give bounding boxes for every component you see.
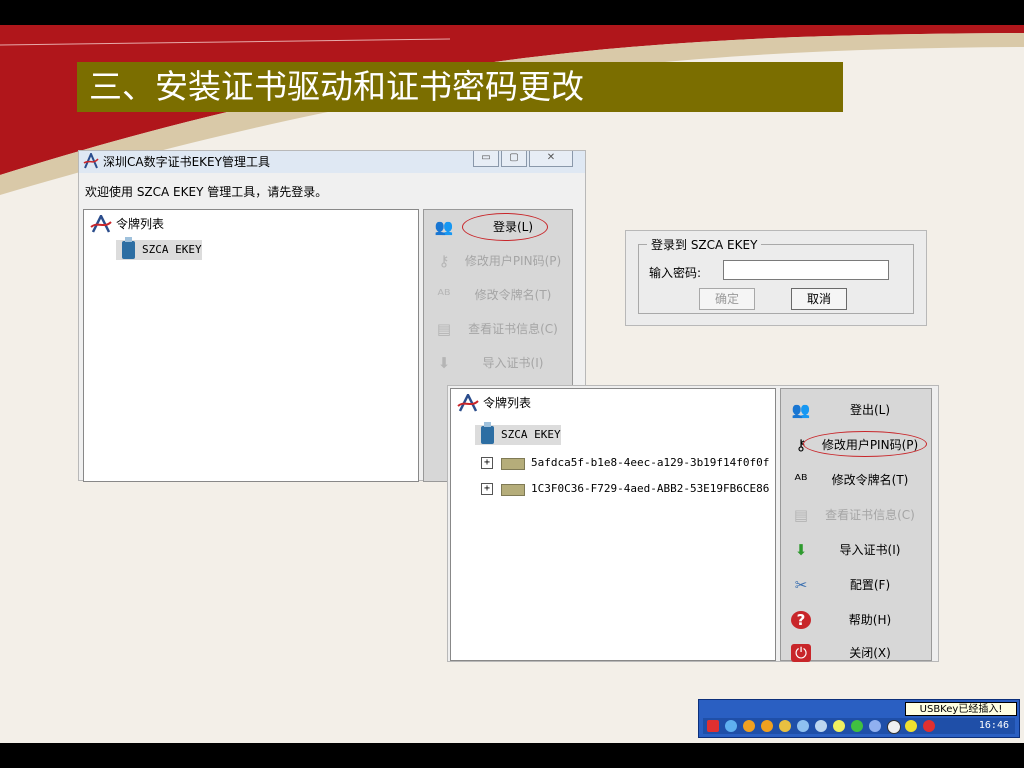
token-tree[interactable]: 令牌列表 SZCA EKEY + 5afdca5f-b1e8-4eec-a129… [450, 388, 776, 661]
usb-key-icon [122, 237, 135, 259]
rename-token-button[interactable]: ᴬᴮ 修改令牌名(T) [787, 467, 925, 493]
change-pin-button[interactable]: ⚷ 修改用户PIN码(P) [430, 248, 568, 274]
tray-qq-icon[interactable] [761, 720, 773, 732]
token-list-icon [90, 215, 112, 233]
slide: 三、安装证书驱动和证书密码更改 深圳CA数字证书EKEY管理工具 ▭ ▢ ✕ 欢… [0, 25, 1024, 743]
import-icon: ⬇ [437, 354, 451, 372]
confirm-button[interactable]: 确定 [699, 288, 755, 310]
password-input[interactable] [723, 260, 889, 280]
login-group: 登录到 SZCA EKEY 输入密码: 确定 取消 [638, 236, 914, 314]
token-label: SZCA EKEY [142, 243, 202, 256]
logout-button[interactable]: 👥 登出(L) [787, 397, 925, 423]
help-icon: ? [791, 611, 811, 629]
tray-antivirus-icon[interactable] [923, 720, 935, 732]
certificate-icon [501, 458, 525, 470]
token-tree[interactable]: 令牌列表 SZCA EKEY [83, 209, 419, 482]
clock: 16:46 [978, 720, 1009, 731]
minimize-button[interactable]: ▭ [473, 151, 499, 167]
tray-network-icon[interactable] [725, 720, 737, 732]
tray-usbkey-icon[interactable] [887, 720, 901, 734]
certificate-item[interactable]: + 5afdca5f-b1e8-4eec-a129-3b19f14f0f0f [477, 453, 769, 473]
pin-login-dialog: 登录到 SZCA EKEY 输入密码: 确定 取消 [625, 230, 927, 326]
config-icon: ✂ [794, 576, 808, 594]
tree-root-label: 令牌列表 [116, 217, 165, 231]
ekey-manager-window: 令牌列表 SZCA EKEY + 5afdca5f-b1e8-4eec-a129… [447, 385, 939, 662]
token-label: SZCA EKEY [501, 428, 561, 441]
window-title: 深圳CA数字证书EKEY管理工具 [103, 155, 270, 169]
config-button[interactable]: ✂ 配置(F) [787, 572, 925, 598]
users-icon: 👥 [434, 218, 454, 236]
usbkey-tooltip: USBKey已经插入! [905, 702, 1017, 716]
token-item[interactable]: SZCA EKEY [475, 422, 561, 445]
taskbar-snippet: USBKey已经插入! 16:46 [698, 699, 1020, 738]
tray-shield-icon[interactable] [851, 720, 863, 732]
certificate-item[interactable]: + 1C3F0C36-F729-4aed-ABB2-53E19FB6CE86 [477, 479, 769, 499]
tray-app-icon[interactable] [707, 720, 719, 732]
help-button[interactable]: ? 帮助(H) [787, 607, 925, 633]
window-titlebar: 深圳CA数字证书EKEY管理工具 ▭ ▢ ✕ [79, 151, 585, 173]
certificate-label: 1C3F0C36-F729-4aed-ABB2-53E19FB6CE86 [531, 482, 770, 495]
close-button[interactable]: ✕ [529, 151, 573, 167]
tray-monitor-icon[interactable] [797, 720, 809, 732]
rename-icon: ᴬᴮ [437, 286, 451, 304]
action-panel: 👥 登出(L) ⚷ 修改用户PIN码(P) ᴬᴮ 修改令牌名(T) ▤ 查看证书… [780, 388, 932, 662]
tray-update-icon[interactable] [869, 720, 881, 732]
welcome-message: 欢迎使用 SZCA EKEY 管理工具，请先登录。 [85, 185, 328, 199]
expand-icon[interactable]: + [481, 457, 493, 469]
tree-root-item[interactable]: 令牌列表 [90, 214, 164, 234]
view-cert-button[interactable]: ▤ 查看证书信息(C) [787, 502, 925, 528]
users-icon: 👥 [791, 401, 811, 419]
certificate-label: 5afdca5f-b1e8-4eec-a129-3b19f14f0f0f [531, 456, 770, 469]
close-app-button[interactable]: ⏻ 关闭(X) [787, 640, 925, 662]
tree-root-item[interactable]: 令牌列表 [457, 393, 531, 413]
certificate-icon [501, 484, 525, 496]
tray-area [703, 718, 1015, 734]
certificate-icon: ▤ [793, 506, 809, 524]
cancel-button[interactable]: 取消 [791, 288, 847, 310]
slide-title: 三、安装证书驱动和证书密码更改 [77, 62, 843, 112]
rename-icon: ᴬᴮ [794, 471, 808, 489]
rename-token-button[interactable]: ᴬᴮ 修改令牌名(T) [430, 282, 568, 308]
highlight-circle [462, 213, 548, 241]
tray-ime-icon[interactable] [833, 720, 845, 732]
tray-alert-icon[interactable] [905, 720, 917, 732]
tray-qq-icon[interactable] [743, 720, 755, 732]
import-cert-button[interactable]: ⬇ 导入证书(I) [787, 537, 925, 563]
certificate-icon: ▤ [436, 320, 452, 338]
power-icon: ⏻ [791, 644, 811, 662]
password-label: 输入密码: [649, 266, 702, 280]
maximize-button[interactable]: ▢ [501, 151, 527, 167]
usb-key-icon [481, 422, 494, 444]
token-item[interactable]: SZCA EKEY [116, 237, 202, 260]
expand-icon[interactable]: + [481, 483, 493, 495]
tree-root-label: 令牌列表 [483, 396, 532, 410]
group-label: 登录到 SZCA EKEY [647, 236, 762, 253]
szca-logo-icon [83, 153, 99, 169]
import-icon: ⬇ [794, 541, 808, 559]
key-icon: ⚷ [438, 252, 450, 270]
token-list-icon [457, 394, 479, 412]
tray-folder-icon[interactable] [779, 720, 791, 732]
import-cert-button[interactable]: ⬇ 导入证书(I) [430, 350, 568, 376]
tray-speaker-icon[interactable] [815, 720, 827, 732]
view-cert-button[interactable]: ▤ 查看证书信息(C) [430, 316, 568, 342]
highlight-circle [803, 431, 927, 457]
